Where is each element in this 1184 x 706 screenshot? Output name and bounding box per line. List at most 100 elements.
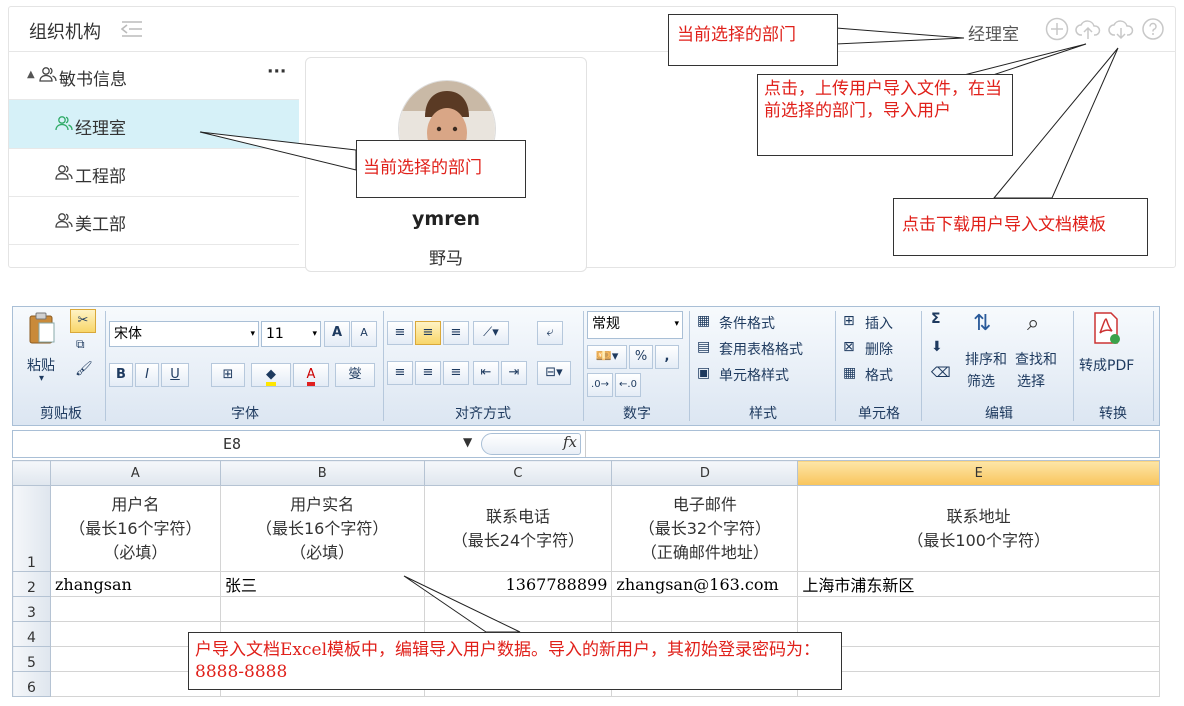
- delete-button[interactable]: 删除: [865, 339, 893, 359]
- increase-decimal-icon[interactable]: .0→: [587, 373, 613, 397]
- cell[interactable]: 张三: [219, 571, 425, 597]
- number-format-select[interactable]: 常规 ▾: [587, 311, 683, 339]
- header-cell[interactable]: 联系电话 （最长24个字符）: [423, 485, 613, 572]
- format-painter-icon[interactable]: 🖌: [75, 361, 93, 377]
- row-header[interactable]: 1: [12, 485, 51, 572]
- column-header[interactable]: E: [797, 460, 1160, 486]
- font-size-select[interactable]: 11 ▾: [261, 321, 321, 347]
- align-center-icon[interactable]: ≡: [415, 361, 441, 385]
- decrease-indent-icon[interactable]: ⇤: [473, 361, 499, 385]
- header-cell[interactable]: 电子邮件 （最长32个字符） （正确邮件地址）: [611, 485, 799, 572]
- comma-button[interactable]: ,: [655, 345, 679, 369]
- merge-cells-icon[interactable]: ⊟▾: [537, 361, 571, 385]
- cond-format-button[interactable]: 条件格式: [719, 313, 775, 333]
- font-color-icon[interactable]: A: [293, 363, 329, 387]
- cell[interactable]: [797, 671, 1160, 697]
- to-pdf-button[interactable]: 转成PDF: [1079, 355, 1134, 375]
- copy-icon[interactable]: ⧉: [76, 337, 85, 352]
- column-header[interactable]: A: [49, 460, 221, 486]
- add-icon[interactable]: [1045, 17, 1069, 41]
- header-line: 联系地址: [946, 506, 1011, 526]
- find-select-label-1[interactable]: 查找和: [1015, 349, 1057, 369]
- table-format-button[interactable]: 套用表格格式: [719, 339, 803, 359]
- cell[interactable]: [611, 596, 799, 622]
- header-cell[interactable]: 用户实名 （最长16个字符） （必填）: [219, 485, 425, 572]
- format-button[interactable]: 格式: [865, 365, 893, 385]
- tree-item-root[interactable]: ▲ 敏书信息 ···: [9, 52, 299, 100]
- upload-cloud-icon[interactable]: [1075, 17, 1101, 41]
- percent-button[interactable]: %: [629, 345, 653, 369]
- name-box[interactable]: E8: [223, 435, 241, 453]
- tree-item[interactable]: 美工部: [9, 197, 299, 245]
- italic-button[interactable]: I: [135, 363, 159, 387]
- divider: [1073, 311, 1074, 421]
- align-top-icon[interactable]: ≡: [387, 321, 413, 345]
- collapse-menu-icon[interactable]: [120, 20, 143, 38]
- find-binoculars-icon[interactable]: ⌕: [1027, 311, 1039, 336]
- tree-item[interactable]: 工程部: [9, 149, 299, 197]
- name-box-dropdown-icon[interactable]: ▼: [463, 435, 472, 449]
- align-right-icon[interactable]: ≡: [443, 361, 469, 385]
- phonetic-button[interactable]: 燮: [335, 363, 375, 387]
- cell[interactable]: [797, 621, 1160, 647]
- help-icon[interactable]: [1141, 17, 1165, 41]
- fill-icon[interactable]: ⬇: [931, 339, 943, 355]
- cell[interactable]: [423, 596, 613, 622]
- column-header[interactable]: B: [219, 460, 425, 486]
- cell[interactable]: [797, 596, 1160, 622]
- cell[interactable]: zhangsan: [49, 571, 221, 597]
- row-header[interactable]: 2: [12, 571, 51, 597]
- cell[interactable]: [49, 596, 221, 622]
- row-header[interactable]: 3: [12, 596, 51, 622]
- column-header[interactable]: D: [611, 460, 799, 486]
- row-header[interactable]: 6: [12, 671, 51, 697]
- divider: [921, 311, 922, 421]
- align-bottom-icon[interactable]: ≡: [443, 321, 469, 345]
- font-name-select[interactable]: 宋体 ▾: [109, 321, 259, 347]
- wrap-text-icon[interactable]: ⤶: [537, 321, 563, 345]
- clear-icon[interactable]: ⌫: [931, 365, 951, 381]
- more-icon[interactable]: ···: [267, 62, 286, 82]
- cell-style-button[interactable]: 单元格样式: [719, 365, 789, 385]
- align-middle-icon[interactable]: ≡: [415, 321, 441, 345]
- row-header[interactable]: 4: [12, 621, 51, 647]
- fx-icon[interactable]: fx: [563, 433, 577, 451]
- header-cell[interactable]: 联系地址 （最长100个字符）: [797, 485, 1160, 572]
- caret-up-icon[interactable]: ▲: [27, 69, 35, 80]
- border-button[interactable]: ⊞: [211, 363, 245, 387]
- delete-icon: ⊠: [843, 339, 855, 355]
- increase-indent-icon[interactable]: ⇥: [501, 361, 527, 385]
- cut-icon[interactable]: ✂: [70, 309, 96, 333]
- find-select-label-2[interactable]: 选择: [1017, 371, 1045, 391]
- pdf-icon[interactable]: [1091, 311, 1121, 349]
- shrink-font-button[interactable]: A: [351, 321, 377, 347]
- column-header[interactable]: C: [423, 460, 613, 486]
- select-all-corner[interactable]: [12, 460, 51, 486]
- bold-button[interactable]: B: [109, 363, 133, 387]
- paste-dropdown-icon[interactable]: ▾: [39, 373, 44, 384]
- autosum-button[interactable]: Σ: [931, 311, 941, 327]
- fill-color-icon[interactable]: ◆: [251, 363, 291, 387]
- sort-filter-icon[interactable]: ⇅: [973, 311, 991, 336]
- cell[interactable]: 1367788899: [423, 571, 613, 597]
- cell[interactable]: zhangsan@163.com: [611, 571, 799, 597]
- row-header[interactable]: 5: [12, 646, 51, 672]
- header-cell[interactable]: 用户名 （最长16个字符） （必填）: [49, 485, 221, 572]
- cell[interactable]: [219, 596, 425, 622]
- paste-label[interactable]: 粘贴: [27, 355, 55, 375]
- orientation-icon[interactable]: ⟋▾: [473, 321, 509, 345]
- underline-button[interactable]: U: [161, 363, 189, 387]
- cell[interactable]: 上海市浦东新区: [797, 571, 1160, 597]
- insert-button[interactable]: 插入: [865, 313, 893, 333]
- tree-item-selected[interactable]: 经理室: [9, 100, 299, 149]
- sort-filter-label-1[interactable]: 排序和: [965, 349, 1007, 369]
- decrease-decimal-icon[interactable]: ←.0: [615, 373, 641, 397]
- cell[interactable]: [797, 646, 1160, 672]
- grow-font-button[interactable]: A: [324, 321, 350, 347]
- sort-filter-label-2[interactable]: 筛选: [967, 371, 995, 391]
- formula-input[interactable]: [585, 431, 1162, 457]
- download-cloud-icon[interactable]: [1108, 17, 1134, 41]
- align-left-icon[interactable]: ≡: [387, 361, 413, 385]
- currency-icon[interactable]: 💴▾: [587, 345, 627, 369]
- paste-icon[interactable]: [27, 311, 57, 349]
